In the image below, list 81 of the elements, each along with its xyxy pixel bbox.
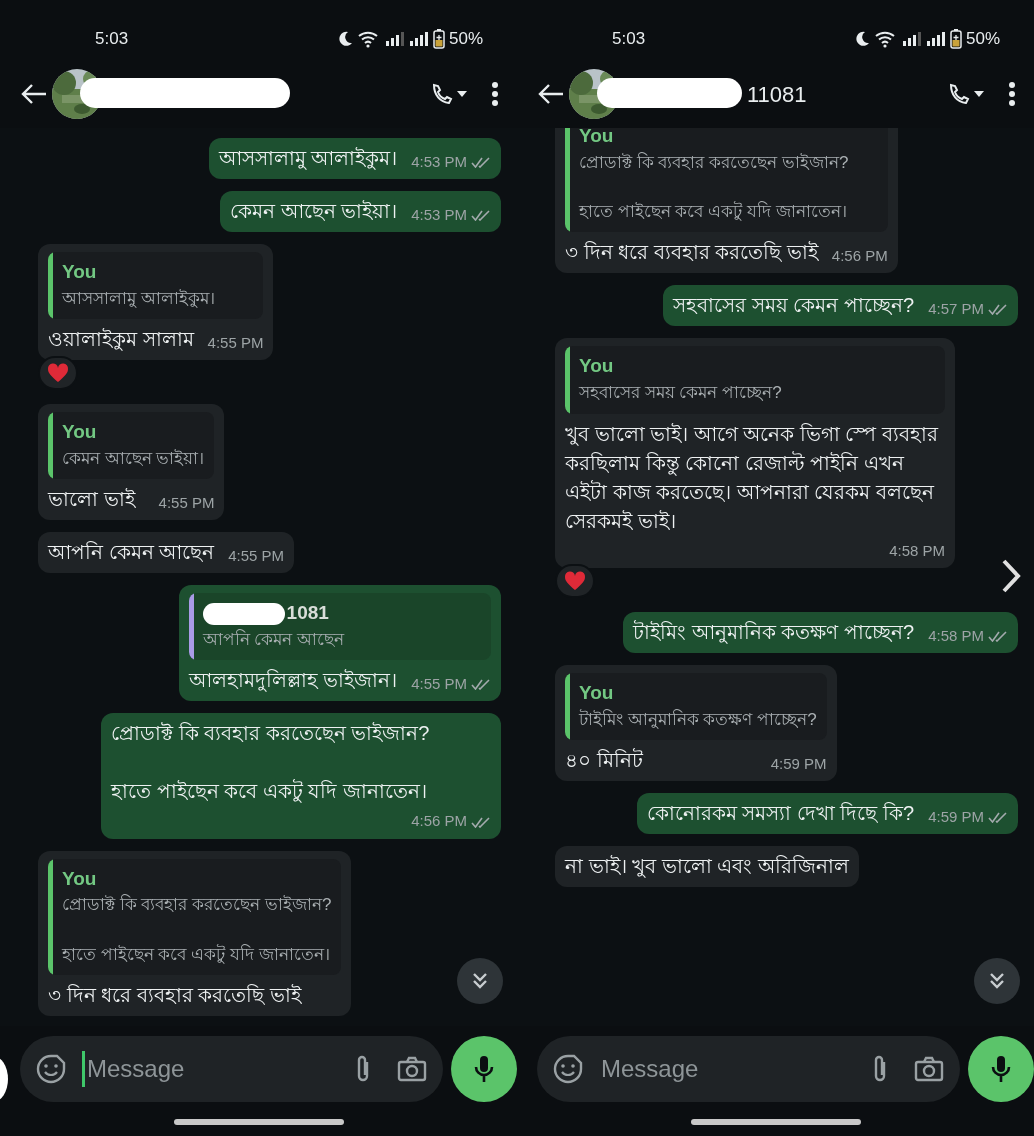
microphone-icon bbox=[991, 1054, 1012, 1084]
message-time: 4:58 PM bbox=[889, 540, 945, 561]
message-time: 4:58 PM bbox=[928, 625, 984, 646]
kebab-menu-icon bbox=[1008, 81, 1016, 107]
status-time: 5:03 bbox=[95, 28, 129, 51]
message-time: 4:55 PM bbox=[228, 545, 284, 566]
sticker-icon bbox=[36, 1054, 66, 1084]
camera-button[interactable] bbox=[397, 1056, 428, 1082]
camera-icon bbox=[914, 1056, 945, 1082]
moon-icon bbox=[853, 31, 870, 47]
message-time: 4:55 PM bbox=[411, 673, 467, 694]
message-text: আসসালামু আলাইকুম। bbox=[218, 146, 398, 172]
scroll-down-button[interactable] bbox=[974, 958, 1020, 1004]
contact-name: 11081 bbox=[747, 80, 807, 109]
message-input[interactable]: Message bbox=[82, 1051, 312, 1087]
message-time: 4:55 PM bbox=[158, 492, 215, 513]
message-text: কোনোরকম সমস্যা দেখা দিছে কি? bbox=[646, 801, 915, 827]
message-time: 4:56 PM bbox=[831, 245, 888, 266]
message-text: ৪০ মিনিট bbox=[565, 747, 645, 774]
next-button[interactable] bbox=[1000, 558, 1022, 594]
battery-icon bbox=[949, 29, 962, 49]
quote-author: You bbox=[579, 354, 614, 379]
call-button[interactable] bbox=[431, 81, 467, 107]
microphone-icon bbox=[474, 1054, 495, 1084]
call-button[interactable] bbox=[948, 81, 984, 107]
double-chevron-down-icon bbox=[470, 971, 490, 991]
quote-author: You bbox=[579, 128, 614, 148]
caret-icon bbox=[457, 90, 467, 99]
quote-author: You bbox=[62, 260, 97, 284]
message-field[interactable]: Message bbox=[537, 1036, 961, 1102]
message-text: ৩ দিন ধরে ব্যবহার করতেছি ভাই bbox=[48, 983, 303, 1009]
message-text: কেমন আছেন ভাইয়া। bbox=[230, 199, 398, 224]
message-time: 4:59 PM bbox=[928, 806, 984, 827]
camera-button[interactable] bbox=[914, 1056, 945, 1082]
battery-level: 50% bbox=[448, 28, 483, 51]
message-text: না ভাই। খুব ভালো এবং অরিজিনাল bbox=[565, 854, 849, 880]
message-time: 4:59 PM bbox=[770, 753, 827, 774]
menu-button[interactable] bbox=[491, 81, 499, 107]
caret-icon bbox=[974, 90, 984, 99]
message-text: টাইমিং আনুমানিক কতক্ষণ পাচ্ছেন? bbox=[633, 619, 915, 646]
quote-text: প্রোডাক্ট কি ব্যবহার করতেছেন ভাইজান? হাতে পাইছেন কবে একটু যদি জানাতেন। bbox=[62, 893, 332, 966]
double-chevron-down-icon bbox=[987, 971, 1007, 991]
message-time: 4:53 PM bbox=[411, 151, 467, 172]
message-time: 4:56 PM bbox=[411, 811, 467, 832]
message-text: ওয়ালাইকুম সালাম bbox=[48, 327, 194, 353]
quote-text: আপনি কেমন আছেন bbox=[202, 628, 346, 651]
quote-text: টাইমিং আনুমানিক কতক্ষণ পাচ্ছেন? bbox=[579, 708, 817, 731]
signal-icon bbox=[408, 31, 429, 47]
scroll-down-button[interactable] bbox=[457, 958, 503, 1004]
status-time: 5:03 bbox=[612, 28, 646, 51]
message-field[interactable]: Message bbox=[20, 1036, 444, 1102]
quote-text: আসসালামু আলাইকুম। bbox=[62, 287, 216, 310]
message-text: ৩ দিন ধরে ব্যবহার করতেছি ভাই bbox=[565, 240, 818, 266]
message-text: আলহামদুলিল্লাহ ভাইজান। bbox=[188, 668, 398, 694]
message-time: 4:57 PM bbox=[928, 298, 984, 319]
message-input[interactable]: Message bbox=[599, 1051, 829, 1087]
camera-icon bbox=[397, 1056, 428, 1082]
quote-author: You bbox=[62, 420, 97, 445]
message-text: আপনি কেমন আছেন bbox=[48, 540, 215, 566]
message-text: খুব ভালো ভাই। আগে অনেক ভিগা স্পে ব্যবহার করছিলাম কিন্তু কোনো রেজাল্ট পাইনি এখন এইটা কাজ করতেছে। আপনারা যেরকম বলছেন সেরকমই ভাই। bbox=[565, 421, 940, 534]
message-time: 4:55 PM bbox=[207, 332, 264, 353]
message-time: 4:53 PM bbox=[411, 204, 467, 225]
moon-icon bbox=[336, 31, 353, 47]
battery-icon bbox=[432, 29, 445, 49]
quote-author: You bbox=[62, 866, 97, 891]
signal-icon bbox=[925, 31, 946, 47]
signal-icon bbox=[901, 31, 922, 47]
quote-text: কেমন আছেন ভাইয়া। bbox=[62, 447, 205, 470]
menu-button[interactable] bbox=[1008, 81, 1016, 107]
message-text: সহবাসের সময় কেমন পাচ্ছেন? bbox=[673, 293, 915, 319]
quote-author: You bbox=[579, 681, 614, 706]
quote-text: প্রোডাক্ট কি ব্যবহার করতেছেন ভাইজান? হাতে পাইছেন কবে একটু যদি জানাতেন। bbox=[579, 151, 850, 223]
quote-text: সহবাসের সময় কেমন পাচ্ছেন? bbox=[579, 381, 783, 404]
chevron-right-icon bbox=[1000, 558, 1022, 594]
sticker-icon bbox=[553, 1054, 583, 1084]
signal-icon bbox=[384, 31, 405, 47]
kebab-menu-icon bbox=[491, 81, 499, 107]
message-text: ভালো ভাই bbox=[48, 487, 137, 513]
quote-author: 1081 bbox=[286, 601, 329, 626]
battery-level: 50% bbox=[965, 28, 1000, 51]
message-text: প্রোডাক্ট কি ব্যবহার করতেছেন ভাইজান? হাতে পাইছেন কবে একটু যদি জানাতেন। bbox=[111, 721, 431, 805]
